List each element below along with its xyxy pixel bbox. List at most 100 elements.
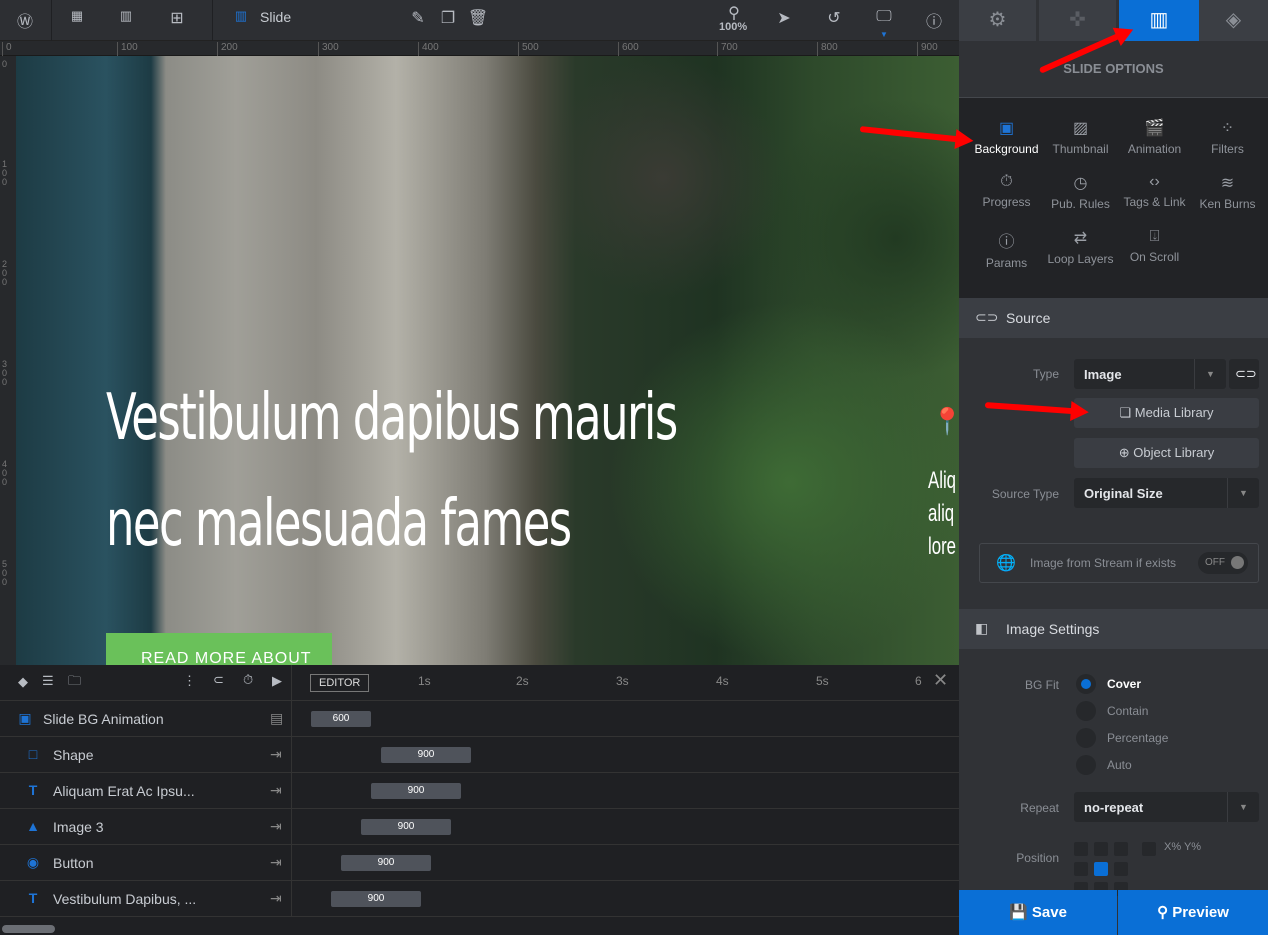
position-cell[interactable] [1074,862,1088,876]
timeline-row[interactable]: ◉ Button ⇥ 900 [0,845,959,881]
stopwatch-icon[interactable]: ⏱ [243,672,253,688]
time-tick: 1s [418,674,431,688]
duplicate-icon[interactable]: ❐ [436,8,460,28]
object-library-button[interactable]: ⊕ Object Library [1074,438,1259,468]
map-pin-icon[interactable]: 📍 [931,406,959,437]
horizontal-ruler: 0 100 200 300 400 500 600 700 800 900 [0,41,959,56]
option-progress[interactable]: ⏱ Progress [968,173,1045,209]
timeline-row[interactable]: ▲ Image 3 ⇥ 900 [0,809,959,845]
radio-auto[interactable] [1076,755,1096,775]
option-label: Progress [982,195,1031,209]
position-cell[interactable] [1114,842,1128,856]
grid-snap-icon[interactable]: ⋮ [183,673,196,689]
radio-cover[interactable] [1076,674,1096,694]
gear-icon: ⚙ [988,9,1007,31]
duration-bar[interactable]: 900 [361,819,451,835]
layers-icon[interactable]: ◆ [18,674,28,690]
option-on-scroll[interactable]: ⍗ On Scroll [1116,228,1193,264]
desktop-icon[interactable]: 🖵 [872,8,896,26]
position-cell[interactable] [1094,842,1108,856]
position-cell-selected[interactable] [1094,862,1108,876]
option-animation[interactable]: 🎬 Animation [1116,118,1193,156]
position-cell[interactable] [1114,862,1128,876]
stream-toggle[interactable]: OFF [1198,552,1248,574]
source-section-header[interactable]: ⊂⊃ Source [959,298,1268,338]
ruler-tick: 500 [518,42,539,56]
option-filters[interactable]: ⁘ Filters [1189,118,1266,156]
duration-bar[interactable]: 900 [341,855,431,871]
bg-image-icon[interactable]: ▤ [270,710,283,727]
pencil-icon[interactable]: ✎ [406,8,430,28]
ken-burns-icon: ≋ [1220,175,1235,192]
duration-bar[interactable]: 900 [331,891,421,907]
cursor-icon[interactable]: ➤ [772,8,796,28]
option-ken-burns[interactable]: ≋ Ken Burns [1189,173,1266,211]
slides-icon[interactable]: ▥ [114,8,138,24]
repeat-select[interactable]: no-repeat ▼ [1074,792,1259,822]
option-background[interactable]: ▣ Background [968,118,1045,156]
option-tags-link[interactable]: ‹› Tags & Link [1116,173,1193,209]
editor-button[interactable]: EDITOR [310,674,370,692]
arrow-to-end-icon[interactable]: ⇥ [270,890,282,907]
grid-icon[interactable]: ▦ [65,8,89,24]
timeline-row[interactable]: T Vestibulum Dapibus, ... ⇥ 900 [0,881,959,917]
position-cell[interactable] [1074,842,1088,856]
radio-label[interactable]: Auto [1107,758,1132,772]
folder-icon[interactable]: 🗀 [68,672,81,694]
timeline-row[interactable]: T Aliquam Erat Ac Ipsu... ⇥ 900 [0,773,959,809]
tab-settings[interactable]: ⚙ [959,0,1036,41]
undo-icon[interactable]: ↺ [822,8,846,28]
timeline-header: ◆ ☰ 🗀 ⋮ ⊂ ⏱ ▶ EDITOR 1s 2s 3s 4s 5s 6 ✕ [0,665,959,701]
tab-layers[interactable]: ◈ [1199,0,1268,41]
tab-navigation[interactable]: ✜ [1039,0,1116,41]
arrow-to-end-icon[interactable]: ⇥ [270,854,282,871]
arrow-to-end-icon[interactable]: ⇥ [270,782,282,799]
play-icon[interactable]: ▶ [272,673,282,689]
preview-button[interactable]: ⚲ Preview [1118,890,1268,935]
radio-contain[interactable] [1076,701,1096,721]
add-slide-icon[interactable]: ⊞ [165,8,189,28]
radio-label[interactable]: Cover [1107,677,1141,691]
help-icon[interactable]: ⓘ [922,8,946,32]
media-library-button[interactable]: ❏ Media Library [1074,398,1259,428]
duration-bar[interactable]: 900 [371,783,461,799]
arrow-to-end-icon[interactable]: ⇥ [270,746,282,763]
arrow-to-end-icon[interactable]: ⇥ [270,818,282,835]
duration-bar[interactable]: 600 [311,711,371,727]
ruler-tick: 400 [418,42,439,56]
wordpress-icon[interactable]: Ⓦ [13,8,37,32]
option-params[interactable]: ⓘ Params [968,228,1045,270]
horizontal-scrollbar[interactable] [2,925,55,933]
zoom-level[interactable]: 100% [719,21,747,33]
radio-percentage[interactable] [1076,728,1096,748]
magnet-icon[interactable]: ⊂ [213,672,224,688]
radio-dot [1081,679,1091,689]
zoom-icon[interactable]: ⚲ [722,3,746,23]
slide-canvas[interactable]: Vestibulum dapibus mauris nec malesuada … [16,56,959,665]
radio-label[interactable]: Contain [1107,704,1148,718]
timeline-row[interactable]: □ Shape ⇥ 900 [0,737,959,773]
option-thumbnail[interactable]: ▨ Thumbnail [1042,118,1119,156]
headline-layer[interactable]: Vestibulum dapibus mauris nec malesuada … [106,386,678,556]
close-icon[interactable]: ✕ [933,670,948,691]
slide-title[interactable]: Slide [260,9,291,25]
side-text-layer[interactable]: Aliq aliq lore [928,464,956,563]
save-button[interactable]: 💾 Save [959,890,1117,935]
device-caret-icon: ▼ [880,30,888,39]
link-toggle-button[interactable]: ⊂⊃ [1229,359,1259,389]
position-custom-cell[interactable] [1142,842,1156,856]
read-more-button-layer[interactable]: READ MORE ABOUT US [106,633,332,665]
list-icon[interactable]: ☰ [42,673,54,689]
radio-label[interactable]: Percentage [1107,731,1168,745]
option-label: Params [985,256,1028,270]
trash-icon[interactable]: 🗑 [466,8,490,28]
image-settings-section-header[interactable]: ◧ Image Settings [959,609,1268,649]
duration-bar[interactable]: 900 [381,747,471,763]
option-pub-rules[interactable]: ◷ Pub. Rules [1042,173,1119,211]
timeline-row[interactable]: ▣ Slide BG Animation ▤ 600 [0,701,959,737]
option-loop-layers[interactable]: ⇄ Loop Layers [1042,228,1119,266]
type-select[interactable]: Image ▼ [1074,359,1226,389]
background-image [536,56,959,665]
chevron-down-icon: ▼ [1227,792,1259,822]
source-type-select[interactable]: Original Size ▼ [1074,478,1259,508]
